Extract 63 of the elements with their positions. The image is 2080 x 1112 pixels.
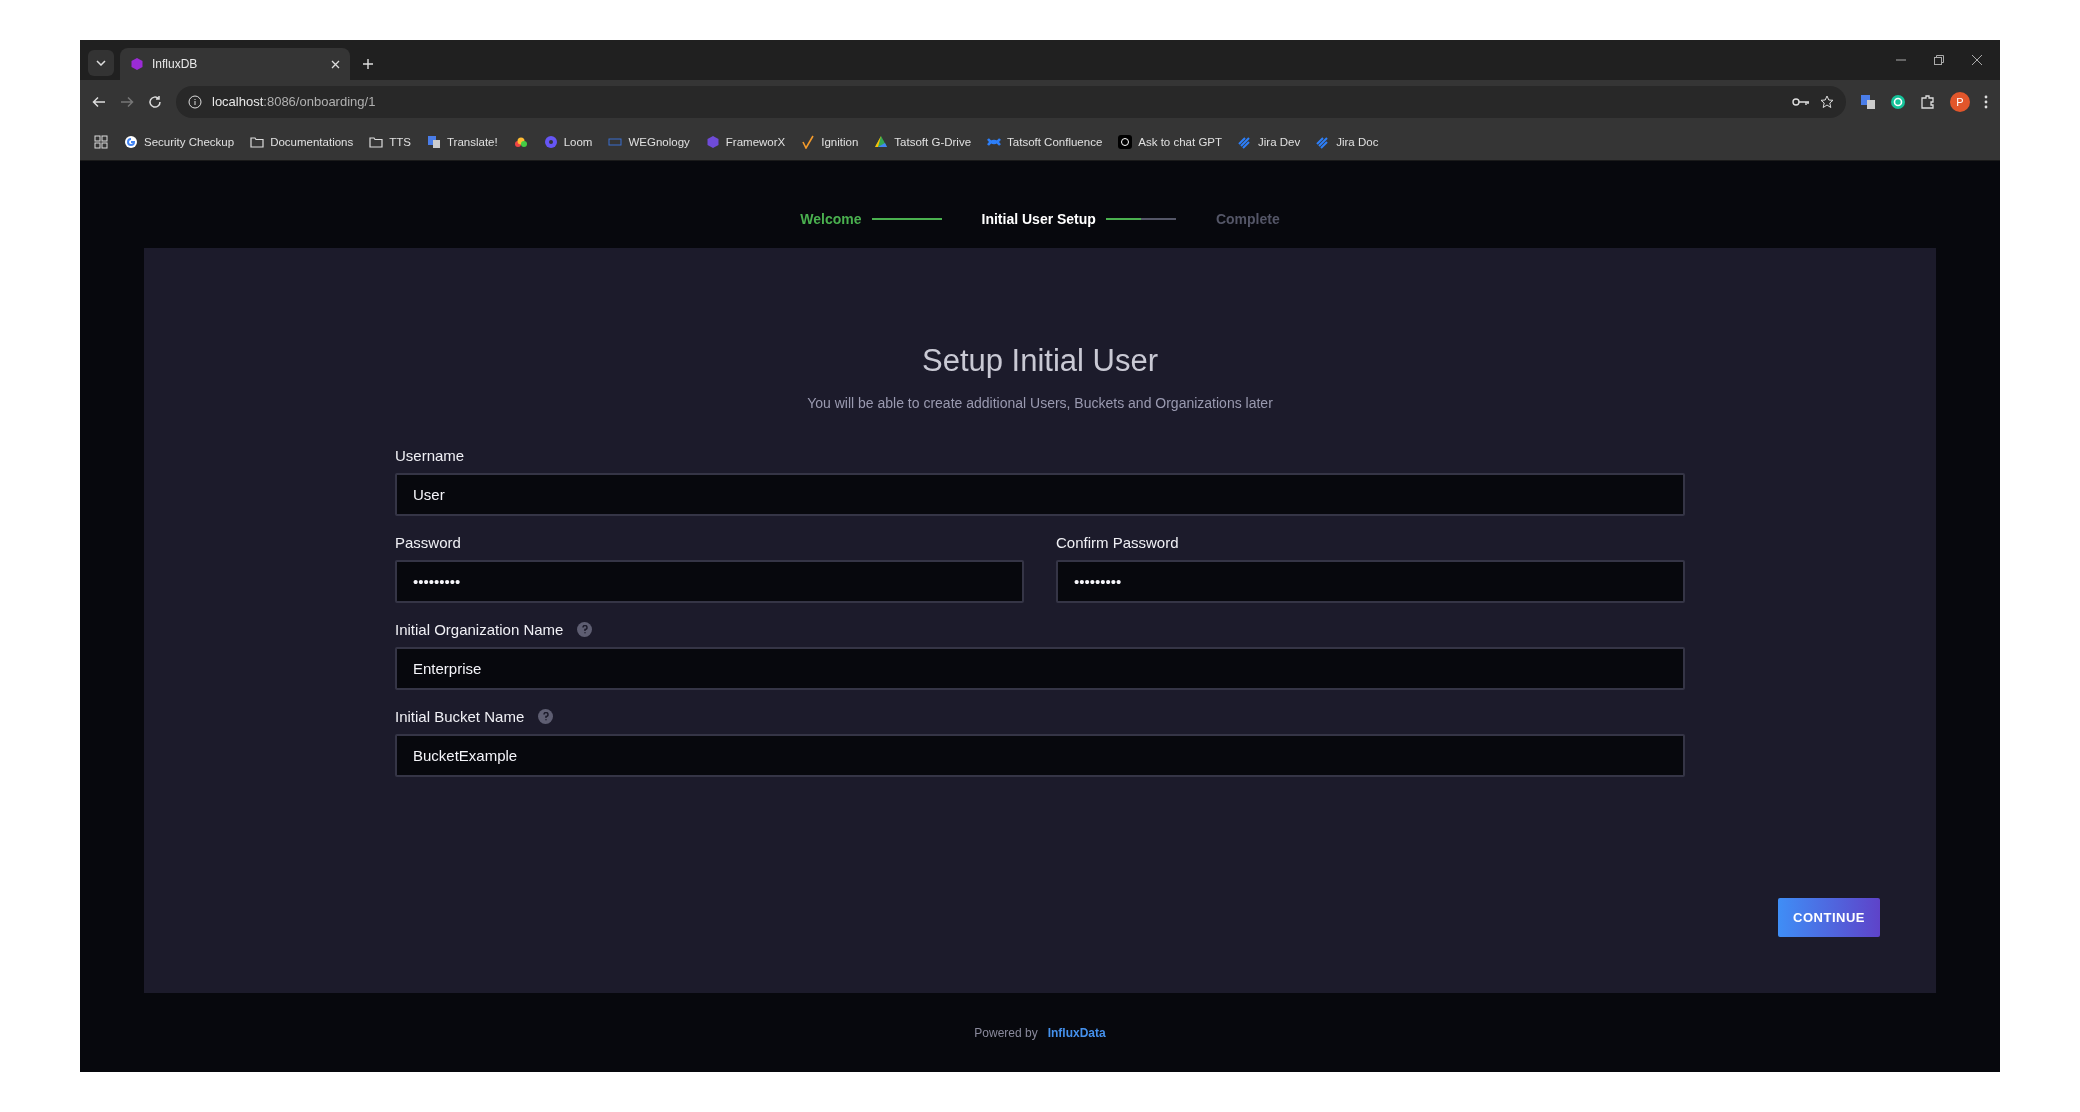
bookmark[interactable]: WEGnology — [608, 134, 690, 149]
bookmark[interactable]: Translate! — [426, 134, 498, 149]
folder-icon — [369, 134, 384, 149]
step-label: Initial User Setup — [981, 211, 1096, 227]
input-field[interactable]: ••••••••• — [395, 560, 1024, 603]
tab-list-button[interactable] — [88, 50, 114, 76]
input-field[interactable]: BucketExample — [395, 734, 1685, 777]
check-icon — [801, 134, 816, 149]
help-icon[interactable] — [538, 709, 554, 724]
address-bar[interactable]: localhost:8086/onboarding/1 — [176, 85, 1846, 118]
bookmark[interactable]: Tatsoft G-Drive — [874, 134, 972, 149]
bookmark[interactable]: FrameworX — [705, 134, 786, 149]
field-label: Password — [395, 534, 461, 551]
folder-icon — [250, 134, 265, 149]
bookmark[interactable]: Jira Doc — [1316, 134, 1379, 149]
bookmark[interactable]: Jira Dev — [1238, 134, 1301, 149]
back-icon[interactable] — [92, 94, 106, 109]
field-label: Initial Bucket Name — [395, 708, 525, 725]
plus-icon[interactable] — [362, 58, 374, 70]
close-icon[interactable] — [1972, 55, 1982, 65]
reload-icon[interactable] — [148, 94, 162, 109]
page-title: Setup Initial User — [921, 343, 1159, 379]
google-icon — [124, 134, 138, 149]
input-field[interactable]: ••••••••• — [1056, 560, 1685, 603]
input-field[interactable]: Enterprise — [395, 647, 1685, 690]
grammar-icon[interactable] — [1890, 93, 1906, 110]
menu-icon[interactable] — [1984, 94, 1988, 109]
bookmark[interactable]: Loom — [543, 134, 593, 149]
subtitle: You will be able to create additional Users, Buckets and Organizations later — [807, 395, 1273, 411]
field-label: Confirm Password — [1056, 534, 1179, 551]
url-text: localhost:8086/onboarding/1 — [212, 94, 377, 109]
puzzle-icon[interactable] — [1920, 93, 1936, 110]
bookmark[interactable]: Ignition — [801, 134, 859, 149]
profile-avatar[interactable]: P — [1950, 91, 1970, 112]
info-icon[interactable] — [188, 94, 202, 109]
bookmark[interactable]: Documentations — [250, 134, 354, 149]
apps-icon[interactable] — [94, 134, 108, 149]
translate-icon[interactable] — [1860, 93, 1876, 110]
continue-button[interactable]: CONTINUE — [1778, 898, 1880, 937]
footer-link[interactable]: InfluxData — [1047, 1025, 1106, 1040]
translate-icon — [426, 134, 441, 149]
triangle-icon — [874, 134, 889, 149]
key-icon[interactable] — [1792, 95, 1810, 108]
bookmark[interactable]: TTS — [369, 134, 411, 149]
bookmark[interactable]: Tatsoft Confluence — [987, 134, 1103, 149]
arrows-icon — [1238, 134, 1253, 149]
input-field[interactable]: User — [395, 473, 1685, 516]
footer-text: Powered by — [974, 1025, 1038, 1040]
star-icon[interactable] — [1820, 94, 1834, 109]
bookmark[interactable]: Security Checkup — [124, 134, 235, 149]
field-label: Initial Organization Name — [395, 621, 564, 638]
browser-tab[interactable]: InfluxDB — [120, 48, 350, 80]
chevron-down-icon — [96, 60, 106, 66]
forward-icon[interactable] — [120, 94, 134, 109]
restore-icon[interactable] — [1934, 55, 1944, 65]
bookmark[interactable]: Ask to chat GPT — [1118, 134, 1223, 149]
step-label: Welcome — [800, 211, 862, 227]
hexagon-icon — [130, 57, 144, 71]
hexagon-icon — [705, 134, 720, 149]
field-label: Username — [395, 447, 465, 464]
arrows-icon — [1316, 134, 1331, 149]
help-icon[interactable] — [577, 622, 593, 637]
step-label: Complete — [1215, 211, 1280, 227]
